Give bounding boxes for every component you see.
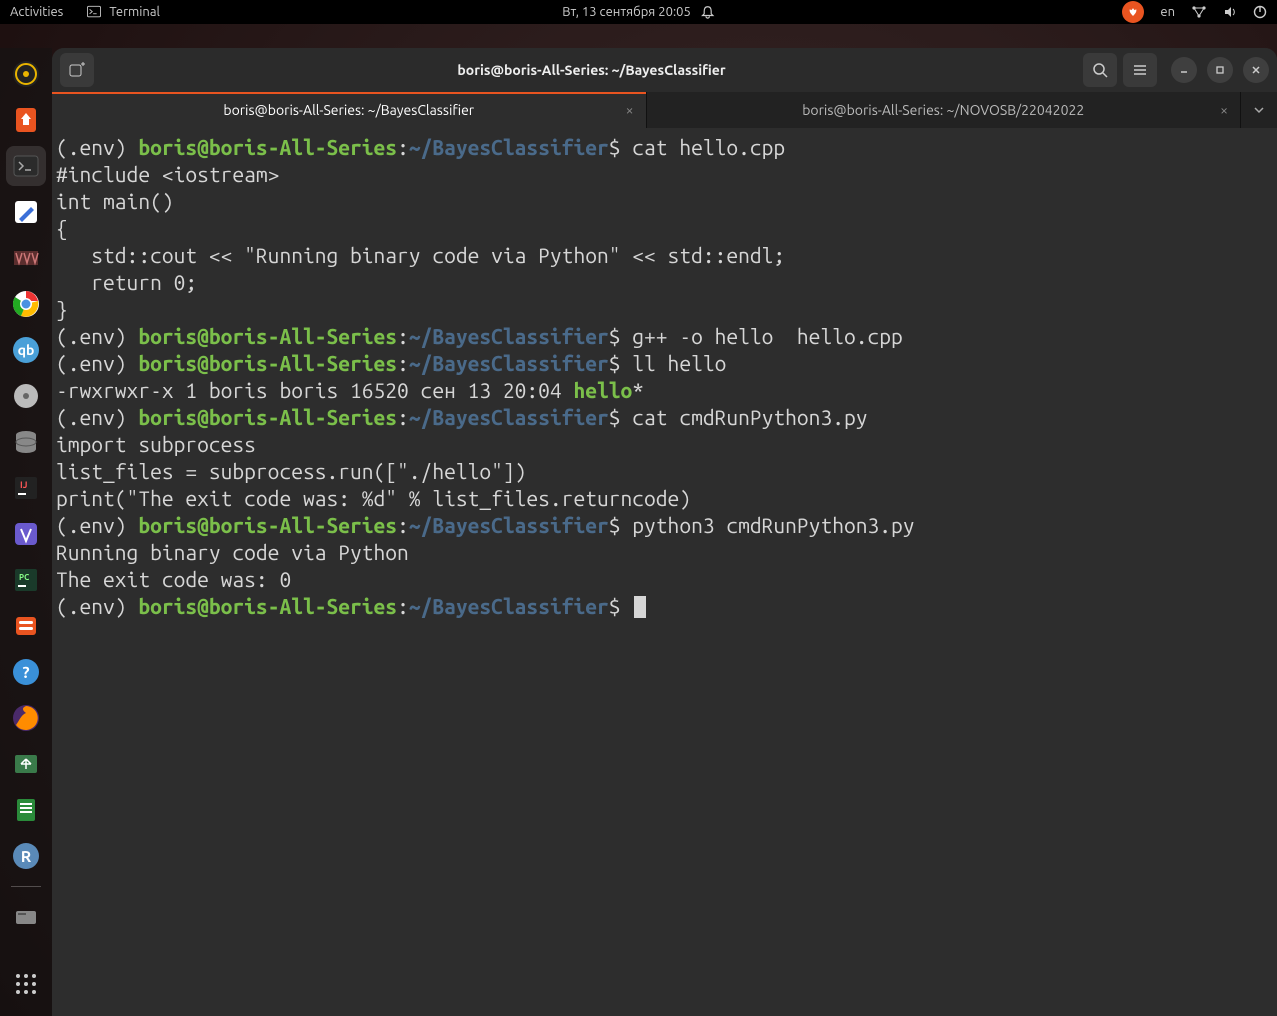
activities-button[interactable]: Activities xyxy=(10,5,63,19)
tab-2-close-icon[interactable]: × xyxy=(1220,102,1228,118)
svg-text:?: ? xyxy=(22,664,29,682)
hamburger-icon xyxy=(1132,62,1148,78)
dock-item-software[interactable] xyxy=(6,100,46,140)
dock-item-qbittorrent[interactable]: qb xyxy=(6,330,46,370)
tab-2-label: boris@boris-All-Series: ~/NOVOSB/2204202… xyxy=(802,102,1084,118)
keyboard-layout-indicator[interactable]: en xyxy=(1160,5,1175,19)
minimize-icon xyxy=(1179,65,1189,75)
dock-item-shotwell[interactable] xyxy=(6,744,46,784)
svg-text:qb: qb xyxy=(18,342,35,358)
minimize-button[interactable] xyxy=(1171,57,1197,83)
dock-item-database[interactable] xyxy=(6,422,46,462)
tab-1-close-icon[interactable]: × xyxy=(626,102,634,118)
dock-item-chrome[interactable] xyxy=(6,284,46,324)
dock-item-disks[interactable] xyxy=(6,376,46,416)
tab-1[interactable]: boris@boris-All-Series: ~/BayesClassifie… xyxy=(52,92,647,128)
dock-item-firefox[interactable] xyxy=(6,698,46,738)
dock-item-settings[interactable] xyxy=(6,606,46,646)
tab-bar: boris@boris-All-Series: ~/BayesClassifie… xyxy=(52,92,1277,128)
maximize-icon xyxy=(1215,65,1225,75)
dock-item-terminal[interactable] xyxy=(6,146,46,186)
volume-icon[interactable] xyxy=(1223,5,1237,19)
dock-item-rstudio[interactable]: R xyxy=(6,836,46,876)
close-button[interactable] xyxy=(1243,57,1269,83)
desktop: qb IJ PC ? R boris@boris-All-Series: ~/B… xyxy=(0,24,1277,1016)
power-icon[interactable] xyxy=(1253,5,1267,19)
dock-item-vvv[interactable] xyxy=(6,238,46,278)
search-button[interactable] xyxy=(1083,53,1117,87)
tab-menu-button[interactable] xyxy=(1241,92,1277,128)
gnome-topbar: Activities Terminal Вт, 13 сентября 20:0… xyxy=(0,0,1277,24)
dock-item-drive[interactable] xyxy=(6,897,46,937)
dock-show-apps[interactable] xyxy=(6,964,46,1004)
topbar-app-menu[interactable]: Terminal xyxy=(87,5,160,19)
notification-icon[interactable] xyxy=(701,5,715,19)
network-icon[interactable] xyxy=(1191,5,1207,19)
tab-2[interactable]: boris@boris-All-Series: ~/NOVOSB/2204202… xyxy=(647,92,1242,128)
status-indicator-icon[interactable] xyxy=(1122,1,1144,23)
dock: qb IJ PC ? R xyxy=(0,48,52,1016)
dock-item-help[interactable]: ? xyxy=(6,652,46,692)
window-title: boris@boris-All-Series: ~/BayesClassifie… xyxy=(100,62,1083,78)
terminal-content[interactable]: (.env) boris@boris-All-Series:~/BayesCla… xyxy=(52,128,1277,1016)
new-tab-button[interactable] xyxy=(60,53,94,87)
dock-separator xyxy=(11,886,41,887)
svg-text:IJ: IJ xyxy=(20,480,28,490)
svg-text:PC: PC xyxy=(19,573,29,582)
dock-item-rhythmbox[interactable] xyxy=(6,54,46,94)
terminal-window: boris@boris-All-Series: ~/BayesClassifie… xyxy=(52,48,1277,1016)
tab-1-label: boris@boris-All-Series: ~/BayesClassifie… xyxy=(223,102,474,118)
new-tab-icon xyxy=(68,61,86,79)
svg-text:R: R xyxy=(21,848,32,866)
dock-item-libreoffice[interactable] xyxy=(6,790,46,830)
dock-item-pycharm[interactable]: PC xyxy=(6,560,46,600)
dock-item-text-editor[interactable] xyxy=(6,192,46,232)
topbar-app-label: Terminal xyxy=(109,5,160,19)
hamburger-menu-button[interactable] xyxy=(1123,53,1157,87)
maximize-button[interactable] xyxy=(1207,57,1233,83)
titlebar: boris@boris-All-Series: ~/BayesClassifie… xyxy=(52,48,1277,92)
chevron-down-icon xyxy=(1253,104,1265,116)
close-icon xyxy=(1251,65,1261,75)
search-icon xyxy=(1092,62,1108,78)
terminal-icon xyxy=(87,5,101,19)
dock-item-veil[interactable] xyxy=(6,514,46,554)
dock-item-intellij[interactable]: IJ xyxy=(6,468,46,508)
topbar-datetime[interactable]: Вт, 13 сентября 20:05 xyxy=(562,5,691,19)
cursor xyxy=(634,596,646,618)
